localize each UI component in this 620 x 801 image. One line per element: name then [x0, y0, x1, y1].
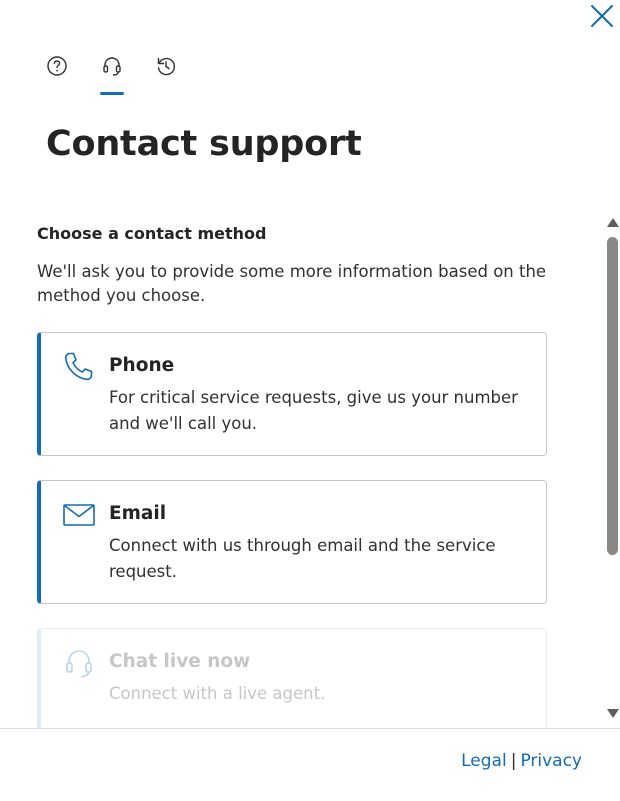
tab-history[interactable] [150, 50, 182, 82]
page-title: Contact support [46, 124, 362, 164]
tab-help[interactable] [41, 50, 73, 82]
contact-option-email[interactable]: Email Connect with us through email and … [37, 480, 547, 604]
contact-methods-panel: Choose a contact method We'll ask you to… [0, 210, 602, 728]
headset-icon [103, 57, 121, 76]
contact-option-title: Chat live now [109, 651, 251, 672]
legal-link[interactable]: Legal [461, 751, 507, 771]
contact-option-description: For critical service requests, give us y… [109, 388, 518, 433]
privacy-link[interactable]: Privacy [520, 751, 582, 771]
footer-links: Legal | Privacy [461, 751, 582, 771]
contact-option-phone[interactable]: Phone For critical service requests, giv… [37, 332, 547, 456]
selected-tab-indicator [100, 92, 124, 95]
question-circle-icon [47, 56, 67, 76]
scrollbar[interactable] [603, 214, 620, 724]
tab-bar [40, 50, 200, 96]
contact-option-description: Connect with us through email and the se… [109, 536, 496, 581]
headset-icon [66, 650, 92, 678]
scroll-down-arrow[interactable] [607, 709, 619, 718]
phone-icon [64, 352, 93, 381]
section-heading: Choose a contact method [37, 224, 267, 243]
footer: Legal | Privacy [0, 728, 620, 801]
scroll-thumb[interactable] [607, 237, 618, 555]
contact-option-chat: Chat live now Connect with a live agent. [37, 628, 547, 728]
contact-option-title: Phone [109, 355, 175, 376]
scroll-up-arrow[interactable] [607, 218, 619, 227]
section-description: We'll ask you to provide some more infor… [37, 262, 547, 305]
contact-option-title: Email [109, 503, 167, 524]
mail-icon [63, 504, 95, 526]
close-icon[interactable] [588, 2, 616, 30]
tab-contact-support[interactable] [96, 50, 128, 82]
close-button[interactable] [588, 2, 616, 30]
contact-option-description: Connect with a live agent. [109, 684, 326, 703]
link-separator: | [510, 751, 517, 771]
history-icon [157, 57, 175, 76]
